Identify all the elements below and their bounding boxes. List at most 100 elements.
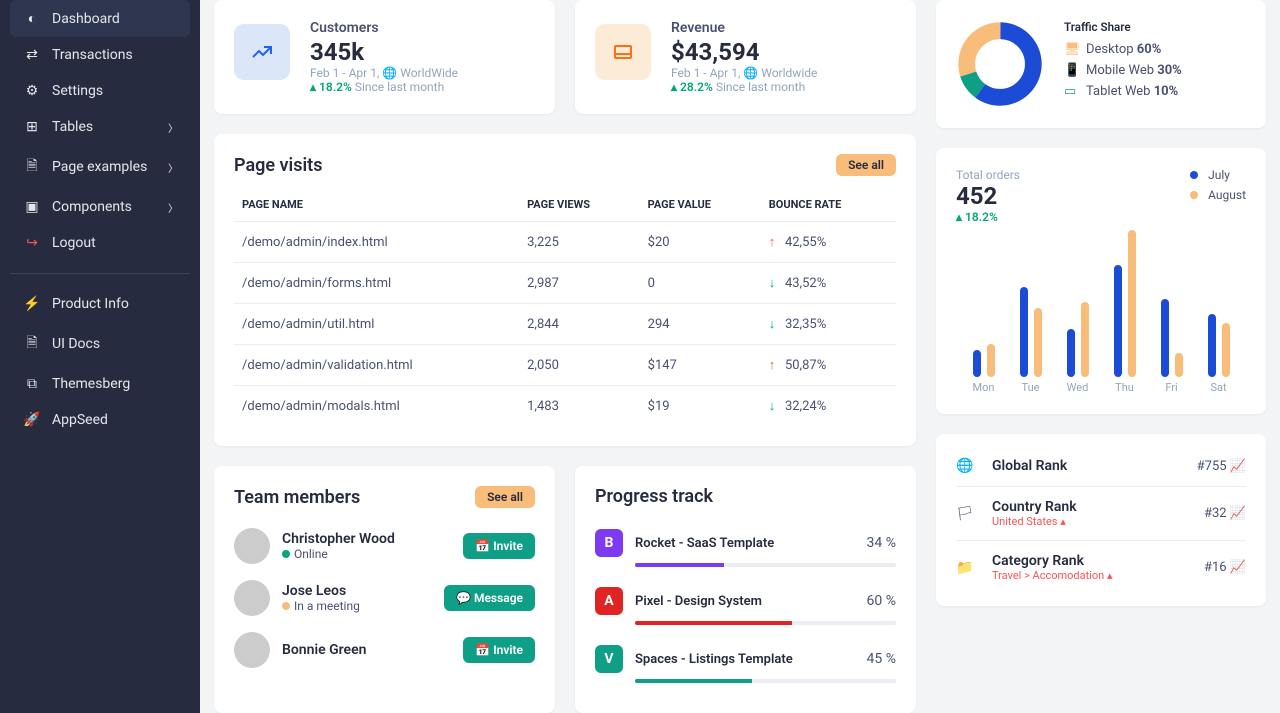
- transactions-icon: ⇄: [22, 47, 42, 63]
- revenue-card: Revenue $43,594 Feb 1 - Apr 1, 🌐 Worldwi…: [575, 0, 916, 114]
- bar-july: [1114, 265, 1122, 378]
- chart-label: Sat: [1210, 381, 1226, 394]
- chart-label: Wed: [1067, 381, 1089, 394]
- progress-track-card: Progress track BRocket - SaaS Template34…: [575, 466, 916, 713]
- chart-bar-group: Thu: [1114, 227, 1136, 394]
- visits-table: PAGE NAMEPAGE VIEWSPAGE VALUEBOUNCE RATE…: [234, 188, 896, 426]
- total-orders-card: Total orders 452 ▴ 18.2% July August Mon…: [936, 148, 1266, 414]
- bar-august: [1175, 353, 1183, 377]
- progress-name[interactable]: Pixel - Design System: [635, 594, 855, 609]
- sidebar-item-label: Themesberg: [52, 376, 130, 392]
- avatar[interactable]: [234, 632, 270, 668]
- settings-icon: ⚙: [22, 83, 42, 99]
- message-button[interactable]: 💬 Message: [444, 585, 535, 611]
- device-icon: 📱: [1064, 63, 1080, 78]
- card-title: Team members: [234, 487, 360, 508]
- chart-bar-group: Wed: [1067, 227, 1089, 394]
- bar-august: [1034, 308, 1042, 377]
- traffic-item: 📱Mobile Web 30%: [1064, 63, 1182, 78]
- member-name[interactable]: Bonnie Green: [282, 642, 451, 658]
- see-all-button[interactable]: See all: [836, 154, 896, 176]
- arrow-down-icon: ↓: [769, 399, 776, 414]
- rank-icon: 🌐: [956, 458, 980, 474]
- card-title: Page visits: [234, 155, 322, 176]
- arrow-up-icon: ↑: [769, 235, 776, 250]
- chart-legend: July August: [1190, 168, 1246, 224]
- cash-register-icon: [595, 24, 651, 80]
- progress-name[interactable]: Spaces - Listings Template: [635, 652, 855, 667]
- progress-item: APixel - Design System60 %: [595, 577, 896, 635]
- sidebar: ◐Dashboard⇄Transactions ⚙ Settings ⊞Tables〉…: [0, 0, 200, 713]
- sidebar-item-label: Logout: [52, 235, 96, 251]
- sidebar-item-label: Page examples: [52, 159, 147, 175]
- bar-august: [1081, 302, 1089, 377]
- chart-line-icon: [234, 24, 290, 80]
- chevron-right-icon: 〉: [168, 120, 178, 135]
- traffic-item: 🖥Desktop 60%: [1064, 42, 1182, 57]
- table-header: PAGE VIEWS: [519, 188, 640, 222]
- bar-july: [1020, 287, 1028, 377]
- sidebar-item-label: Settings: [52, 83, 103, 99]
- team-members-card: Team members See all Christopher WoodOnl…: [214, 466, 555, 713]
- progress-pct: 45 %: [867, 651, 896, 667]
- member-name[interactable]: Christopher Wood: [282, 531, 451, 547]
- sidebar-item-label: Product Info: [52, 296, 129, 312]
- logout-icon: ↪: [22, 235, 42, 251]
- table-row[interactable]: /demo/admin/modals.html1,483$19↓ 32,24%: [234, 386, 896, 427]
- sidebar-item-settings[interactable]: ⚙ Settings: [10, 73, 190, 109]
- team-member-row: Bonnie Green 📅 Invite: [234, 624, 535, 676]
- rank-value: #755 📈: [1197, 459, 1246, 474]
- page-visits-card: Page visits See all PAGE NAMEPAGE VIEWSP…: [214, 134, 916, 446]
- rank-row[interactable]: 🏳Country RankUnited States ▴#32 📈: [956, 487, 1246, 541]
- table-row[interactable]: /demo/admin/validation.html2,050$147↑ 50…: [234, 345, 896, 386]
- chart-icon: 📈: [1230, 506, 1246, 521]
- sidebar-item-dashboard[interactable]: ◐Dashboard: [10, 0, 190, 37]
- bar-july: [1161, 299, 1169, 377]
- chart-icon: 📈: [1230, 459, 1246, 474]
- table-row[interactable]: /demo/admin/util.html2,844294↓ 32,35%: [234, 304, 896, 345]
- bar-july: [973, 350, 981, 377]
- globe-icon: 🌐: [743, 66, 758, 80]
- sidebar-item-themesberg[interactable]: ⧉Themesberg: [10, 366, 190, 402]
- sidebar-item-components[interactable]: ▣Components〉: [10, 189, 190, 225]
- progress-name[interactable]: Rocket - SaaS Template: [635, 536, 855, 551]
- see-all-button[interactable]: See all: [475, 486, 535, 508]
- device-icon: 🖥: [1064, 42, 1080, 57]
- chart-label: Tue: [1022, 381, 1040, 394]
- member-name[interactable]: Jose Leos: [282, 583, 432, 599]
- table-row[interactable]: /demo/admin/index.html3,225$20↑ 42,55%: [234, 222, 896, 263]
- sidebar-item-tables[interactable]: ⊞Tables〉: [10, 109, 190, 145]
- brand-icon: B: [595, 529, 623, 557]
- chart-label: Fri: [1165, 381, 1177, 394]
- tables-icon: ⊞: [22, 119, 42, 135]
- rank-row[interactable]: 📁Category RankTravel > Accomodation ▴#16…: [956, 541, 1246, 594]
- sidebar-item-label: AppSeed: [52, 412, 108, 428]
- brand-icon: V: [595, 645, 623, 673]
- appseed-icon: 🚀: [22, 412, 42, 428]
- rank-sub: United States ▴: [992, 515, 1077, 528]
- rank-value: #32 📈: [1204, 506, 1246, 521]
- invite-button[interactable]: 📅 Invite: [463, 533, 535, 559]
- sidebar-item-ui-docs[interactable]: 🗎UI Docs: [10, 322, 190, 366]
- table-header: PAGE VALUE: [640, 188, 761, 222]
- ranks-card: 🌐Global Rank#755 📈🏳Country RankUnited St…: [936, 434, 1266, 606]
- bar-august: [987, 344, 995, 377]
- chart-bar-group: Sat: [1208, 227, 1230, 394]
- globe-icon: 🌐: [382, 66, 397, 80]
- sidebar-item-page-examples[interactable]: 🗎Page examples〉: [10, 145, 190, 189]
- sidebar-item-logout[interactable]: ↪ Logout: [10, 225, 190, 261]
- table-row[interactable]: /demo/admin/forms.html2,9870↓ 43,52%: [234, 263, 896, 304]
- sidebar-item-label: UI Docs: [52, 336, 100, 352]
- sidebar-item-product-info[interactable]: ⚡Product Info: [10, 286, 190, 322]
- device-icon: ▭: [1064, 84, 1080, 99]
- invite-button[interactable]: 📅 Invite: [463, 637, 535, 663]
- chart-label: Mon: [973, 381, 995, 394]
- avatar[interactable]: [234, 580, 270, 616]
- sidebar-item-transactions[interactable]: ⇄Transactions: [10, 37, 190, 73]
- sidebar-item-appseed[interactable]: 🚀 AppSeed: [10, 402, 190, 438]
- rank-row[interactable]: 🌐Global Rank#755 📈: [956, 446, 1246, 487]
- content: Customers 345k Feb 1 - Apr 1, 🌐 WorldWid…: [200, 0, 1280, 713]
- avatar[interactable]: [234, 528, 270, 564]
- dashboard-icon: ◐: [22, 10, 42, 27]
- chart-bar-group: Tue: [1020, 227, 1042, 394]
